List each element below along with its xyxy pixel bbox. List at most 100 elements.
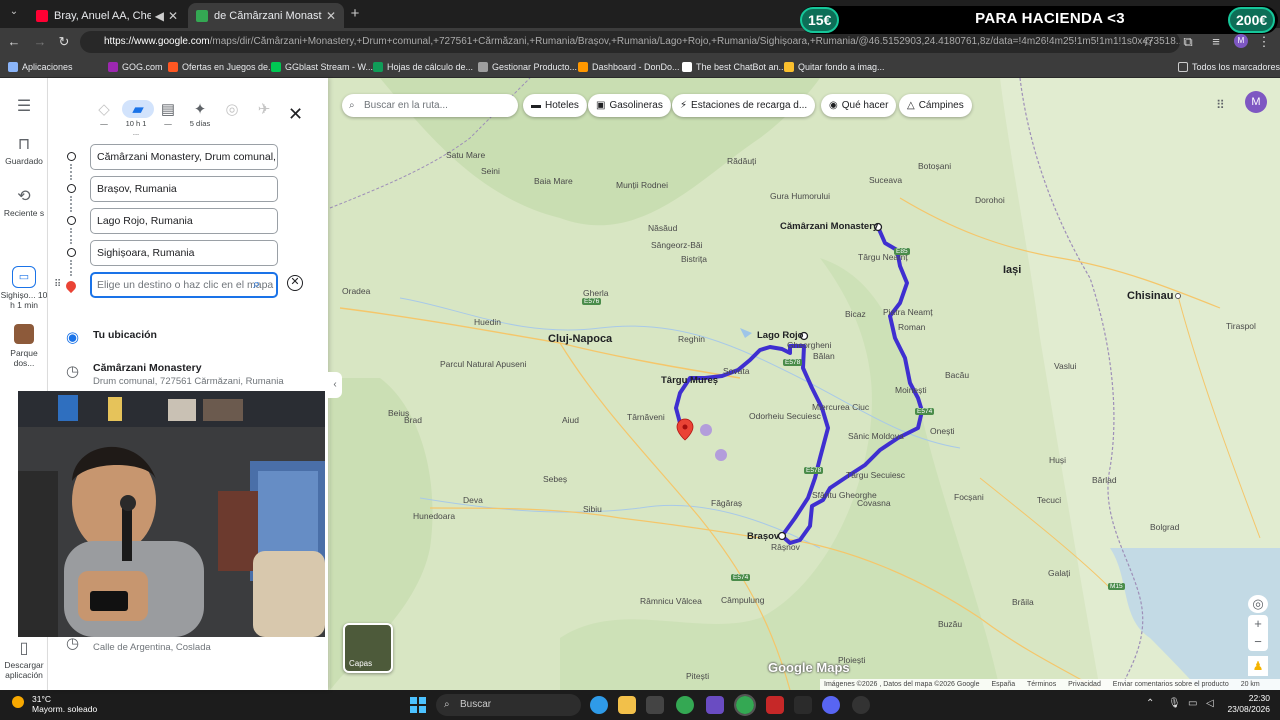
chip-ev-charging[interactable]: ⚡︎ Estaciones de recarga d...: [672, 94, 816, 117]
app-icon[interactable]: [794, 696, 812, 714]
tab-google-maps[interactable]: de Cămârzani Monastery a Sigh ✕: [188, 3, 344, 28]
capcut-icon[interactable]: [646, 696, 664, 714]
suggestion-camarzani[interactable]: ◷ Cămârzani Monastery Drum comunal, 7275…: [48, 362, 328, 394]
place-bistrita[interactable]: Bistrița: [681, 254, 707, 264]
mode-transit[interactable]: ▤ —: [154, 100, 182, 128]
my-location-button[interactable]: ◎: [1248, 595, 1268, 613]
place-satu[interactable]: Satu Mare: [446, 150, 485, 160]
bookmark-item[interactable]: GOG.com: [108, 60, 163, 74]
place-nasaud[interactable]: Năsăud: [648, 223, 677, 233]
back-icon[interactable]: ←: [6, 34, 22, 50]
place-oradea[interactable]: Oradea: [342, 286, 370, 296]
place-focsani[interactable]: Focșani: [954, 492, 984, 502]
extensions-icon[interactable]: ⧉: [1180, 34, 1196, 50]
rail-saved[interactable]: ⊓ Guardado: [0, 134, 48, 166]
layers-button[interactable]: Capas: [343, 623, 393, 673]
place-odorheiu[interactable]: Odorheiu Secuiesc: [749, 411, 821, 421]
mode-bike[interactable]: ◎: [218, 100, 246, 119]
place-balan[interactable]: Bălan: [813, 351, 835, 361]
rail-download-app[interactable]: ▯ Descargar aplicación: [0, 638, 48, 680]
menu-kebab-icon[interactable]: ⋮: [1256, 34, 1272, 50]
place-husi[interactable]: Huși: [1049, 455, 1066, 465]
place-campulung[interactable]: Câmpulung: [721, 595, 764, 605]
feedback-link[interactable]: Enviar comentarios sobre el producto: [1113, 681, 1229, 688]
place-sangeorz[interactable]: Sângeorz-Băi: [651, 240, 703, 250]
obs-icon[interactable]: [852, 696, 870, 714]
route-search-input[interactable]: ⌕ Buscar en la ruta...: [342, 94, 518, 117]
place-ramnicu[interactable]: Râmnicu Vâlcea: [640, 596, 702, 606]
place-iasi[interactable]: Iași: [1003, 264, 1021, 276]
place-tarnaveni[interactable]: Târnăveni: [627, 412, 665, 422]
place-vaslui[interactable]: Vaslui: [1054, 361, 1077, 371]
close-tab-icon[interactable]: ✕: [326, 9, 336, 23]
bookmark-item[interactable]: The best ChatBot an...: [682, 60, 786, 74]
place-sibiu[interactable]: Sibiu: [583, 504, 602, 514]
chip-gas-stations[interactable]: ▣ Gasolineras: [588, 94, 671, 117]
bookmark-item[interactable]: Gestionar Producto...: [478, 60, 577, 74]
rail-route-sighisoara[interactable]: ▭ Sighișo... 10 h 1 min: [0, 266, 48, 310]
bookmark-item[interactable]: Ofertas en Juegos de...: [168, 60, 276, 74]
microphone-icon[interactable]: 🎙︎: [1168, 698, 1181, 709]
place-roman[interactable]: Roman: [898, 322, 925, 332]
suggestion-your-location[interactable]: ◉ Tu ubicación: [48, 328, 328, 354]
place-apuseni[interactable]: Parcul Natural Apuseni: [440, 359, 526, 369]
mode-walk[interactable]: ✦ 5 días: [186, 100, 214, 128]
stop-input-3[interactable]: Lago Rojo, Rumania: [90, 208, 278, 234]
bookmark-item[interactable]: Quitar fondo a imag...: [784, 60, 885, 74]
app-icon[interactable]: [706, 696, 724, 714]
place-dorohoi[interactable]: Dorohoi: [975, 195, 1005, 205]
stop-input-2[interactable]: Brașov, Rumania: [90, 176, 278, 202]
place-gherla[interactable]: Gherla: [583, 288, 609, 298]
windows-start-icon[interactable]: [410, 697, 426, 713]
edge-icon[interactable]: [590, 696, 608, 714]
place-galati[interactable]: Galați: [1048, 568, 1070, 578]
new-tab-button[interactable]: +: [346, 5, 364, 22]
place-barlad[interactable]: Bârlad: [1092, 475, 1117, 485]
scale-bar[interactable]: 20 km: [1241, 681, 1260, 688]
forward-icon[interactable]: →: [32, 34, 48, 50]
place-fagaras[interactable]: Făgăraș: [711, 498, 742, 508]
reading-list-icon[interactable]: ≡: [1208, 34, 1224, 50]
place-deva[interactable]: Deva: [463, 495, 483, 505]
drag-handle-icon[interactable]: ⠿: [54, 279, 61, 290]
acrobat-icon[interactable]: [766, 696, 784, 714]
place-tiraspol[interactable]: Tiraspol: [1226, 321, 1256, 331]
speaker-icon[interactable]: ◀︎: [155, 9, 164, 23]
pegman-icon[interactable]: ♟: [1248, 656, 1268, 676]
zoom-in-button[interactable]: +: [1248, 615, 1268, 633]
mode-best[interactable]: ◇ —: [90, 100, 118, 128]
place-bicaz[interactable]: Bicaz: [845, 309, 866, 319]
place-radauti[interactable]: Rădăuți: [727, 156, 756, 166]
menu-button[interactable]: ☰: [0, 96, 48, 118]
place-pitesti[interactable]: Pitești: [686, 671, 709, 681]
place-sovata[interactable]: Sovata: [723, 366, 749, 376]
privacy-link[interactable]: Privacidad: [1068, 681, 1101, 688]
place-tecuci[interactable]: Tecuci: [1037, 495, 1061, 505]
chip-hotels[interactable]: ▬ Hoteles: [523, 94, 587, 117]
place-rasnov[interactable]: Râșnov: [771, 542, 800, 552]
tab-youtube[interactable]: Bray, Anuel AA, Chencho C ◀︎ ✕: [28, 3, 186, 28]
place-bolgrad[interactable]: Bolgrad: [1150, 522, 1179, 532]
tab-search-icon[interactable]: ⌄: [4, 6, 24, 22]
place-camarzani[interactable]: Cămârzani Monastery: [780, 221, 878, 232]
place-aiud[interactable]: Aiud: [562, 415, 579, 425]
star-icon[interactable]: ☆: [1140, 34, 1156, 50]
discord-icon[interactable]: [822, 696, 840, 714]
place-targu-mures[interactable]: Târgu Mureș: [661, 375, 718, 386]
place-chisinau[interactable]: Chisinau: [1127, 290, 1173, 302]
collapse-panel-button[interactable]: ‹: [328, 372, 342, 398]
place-onesti[interactable]: Onești: [930, 426, 955, 436]
place-targusecuiesc[interactable]: Târgu Secuiesc: [846, 470, 905, 480]
place-cluj[interactable]: Cluj-Napoca: [548, 333, 612, 345]
place-botosani[interactable]: Botoșani: [918, 161, 951, 171]
zoom-out-button[interactable]: −: [1248, 633, 1268, 651]
stop-input-1[interactable]: Cămârzani Monastery, Drum comunal, 72: [90, 144, 278, 170]
chrome-icon[interactable]: [676, 696, 694, 714]
region-link[interactable]: España: [991, 681, 1015, 688]
place-huedin[interactable]: Huedin: [474, 317, 501, 327]
terms-link[interactable]: Términos: [1027, 681, 1056, 688]
chevron-up-icon[interactable]: ⌃: [1146, 698, 1154, 709]
place-covasna[interactable]: Covasna: [857, 498, 891, 508]
bookmark-item[interactable]: Dashboard - DonDo...: [578, 60, 680, 74]
network-icon[interactable]: ▭: [1188, 698, 1197, 709]
